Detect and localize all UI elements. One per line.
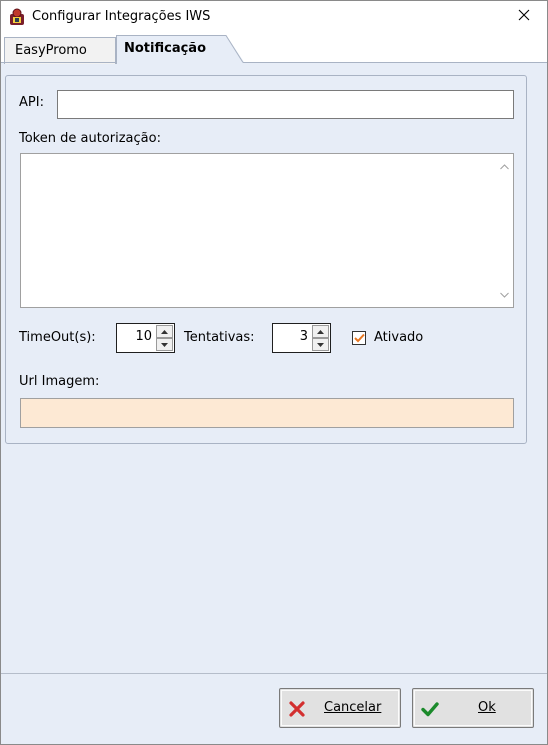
tab-notificacao[interactable]: Notificação — [116, 35, 223, 64]
cancel-button[interactable]: Cancelar — [279, 688, 401, 728]
x-icon — [288, 700, 306, 718]
tentativas-label: Tentativas: — [184, 330, 255, 345]
url-imagem-label: Url Imagem: — [19, 374, 100, 389]
tab-divider — [243, 62, 547, 63]
close-icon — [518, 9, 530, 25]
tab-easypromo[interactable]: EasyPromo — [4, 37, 116, 64]
tab-strip: EasyPromo Notificação — [1, 33, 547, 64]
url-imagem-input[interactable] — [20, 398, 514, 428]
spin-buttons — [312, 325, 329, 352]
arrow-up-icon — [161, 329, 168, 334]
spin-buttons — [156, 325, 173, 352]
timeout-increment-button[interactable] — [156, 325, 173, 338]
arrow-up-icon — [317, 329, 324, 334]
title-bar[interactable]: Configurar Integrações IWS — [1, 1, 547, 33]
window-title: Configurar Integrações IWS — [32, 9, 211, 24]
api-input[interactable] — [57, 90, 514, 119]
client-area: EasyPromo Notificação API: Token de auto… — [1, 33, 547, 744]
tentativas-value: 3 — [299, 329, 308, 344]
timeout-stepper[interactable]: 10 — [116, 323, 175, 353]
arrow-down-icon — [317, 342, 324, 347]
ativado-label[interactable]: Ativado — [374, 330, 423, 345]
cancel-label: Cancelar — [324, 700, 382, 715]
token-label: Token de autorização: — [19, 131, 161, 146]
api-label: API: — [19, 95, 44, 110]
tentativas-decrement-button[interactable] — [312, 338, 329, 351]
ativado-checkbox[interactable] — [352, 331, 366, 345]
ok-button[interactable]: Ok — [412, 688, 534, 728]
tab-edge — [220, 35, 244, 64]
tentativas-increment-button[interactable] — [312, 325, 329, 338]
ok-label: Ok — [478, 700, 496, 715]
timeout-decrement-button[interactable] — [156, 338, 173, 351]
token-textarea[interactable] — [20, 153, 514, 308]
close-button[interactable] — [501, 1, 547, 33]
scroll-up-icon[interactable] — [499, 161, 510, 172]
arrow-down-icon — [161, 342, 168, 347]
dialog-window: Configurar Integrações IWS EasyPromo Not… — [0, 0, 548, 745]
checkmark-icon — [353, 333, 365, 343]
tab-divider — [1, 62, 116, 63]
tentativas-stepper[interactable]: 3 — [272, 323, 331, 353]
timeout-value: 10 — [135, 329, 152, 344]
timeout-label: TimeOut(s): — [19, 330, 96, 345]
checkmark-icon — [421, 700, 439, 718]
tab-label: Notificação — [124, 41, 207, 56]
footer-divider — [1, 673, 547, 674]
tab-label: EasyPromo — [15, 43, 87, 58]
scroll-down-icon[interactable] — [499, 289, 510, 300]
notificacao-panel: API: Token de autorização: TimeOut(s): 1… — [5, 75, 527, 444]
app-icon — [8, 8, 26, 26]
vertical-scrollbar[interactable] — [496, 154, 513, 307]
